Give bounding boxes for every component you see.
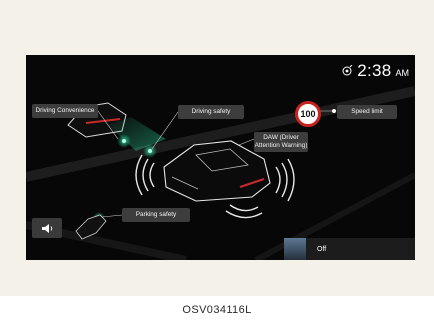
parking-safety-label: Parking safety — [122, 208, 190, 222]
speed-limit-sign: 100 — [295, 101, 321, 127]
media-tile[interactable]: Off — [284, 238, 415, 260]
driving-convenience-dot-core — [122, 139, 126, 143]
speed-limit-label: Speed limit — [337, 105, 397, 119]
clock-time: 2:38 — [357, 61, 392, 80]
parking-hand-icon — [75, 214, 107, 240]
driving-safety-label: Driving safety — [178, 105, 244, 119]
clock-ampm: AM — [395, 68, 410, 78]
figure-caption: OSV034116L — [182, 304, 252, 316]
figure-panel: 2:38 AM Driving Convenience Driving safe… — [0, 0, 434, 296]
volume-button[interactable] — [32, 218, 62, 238]
gps-signal-icon — [342, 65, 353, 76]
daw-label: DAW (Driver Attention Warning) — [254, 132, 308, 152]
media-status-label: Off — [317, 245, 327, 253]
driving-convenience-label: Driving Convenience — [32, 104, 98, 118]
status-bar: 2:38 AM — [341, 61, 409, 81]
driving-safety-dot-core — [148, 149, 152, 153]
media-thumbnail — [284, 238, 306, 260]
infotainment-screen: 2:38 AM Driving Convenience Driving safe… — [26, 55, 415, 260]
speaker-icon — [42, 223, 53, 233]
speed-limit-dot — [332, 109, 336, 113]
driving-scene-illustration — [26, 86, 415, 260]
